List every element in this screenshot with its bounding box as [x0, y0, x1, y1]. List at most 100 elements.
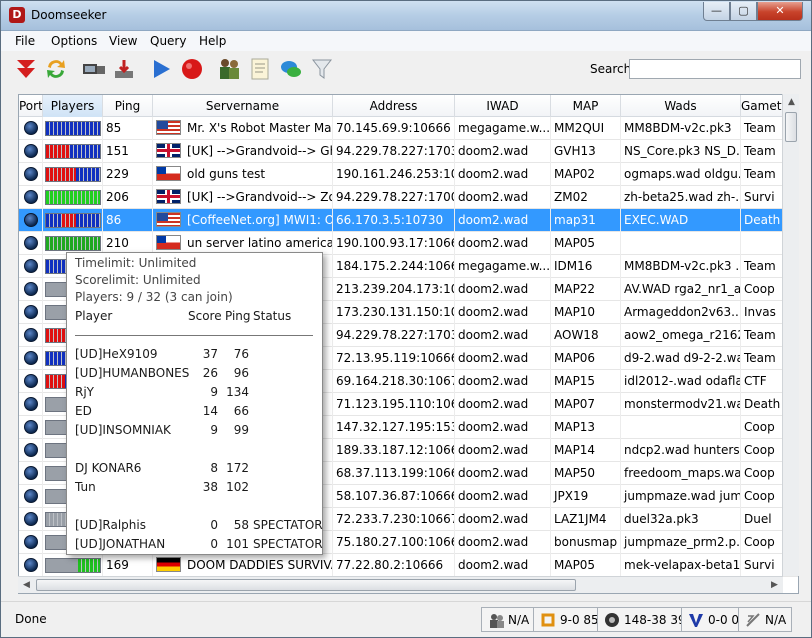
- horizontal-scroll-thumb[interactable]: [36, 579, 576, 591]
- menu-file[interactable]: File: [15, 34, 35, 48]
- tooltip-player-score: 9: [210, 423, 218, 437]
- minimize-button[interactable]: —: [703, 2, 730, 21]
- menu-query[interactable]: Query: [150, 34, 186, 48]
- cell-address: 75.180.27.100:10666: [333, 531, 455, 554]
- zandronum-port-icon: [23, 557, 38, 572]
- cell-text: doom2.wad: [458, 236, 529, 250]
- cell-text: Death: [744, 397, 781, 411]
- scroll-up-icon[interactable]: ▲: [783, 94, 800, 111]
- cell-wads: monstermodv21.wad: [621, 393, 741, 416]
- log-icon[interactable]: [247, 56, 273, 82]
- cell-text: ogmaps.wad oldgu...: [624, 167, 741, 181]
- buddies-icon[interactable]: [216, 56, 242, 82]
- column-header-players[interactable]: Players: [43, 95, 103, 117]
- cell-servername: [CoffeeNet.org] MWI1: ODA...: [153, 209, 333, 232]
- download-icon[interactable]: [111, 56, 137, 82]
- column-header-wads[interactable]: Wads: [621, 95, 741, 117]
- play-icon[interactable]: [148, 56, 174, 82]
- record-icon[interactable]: [179, 56, 205, 82]
- column-header-port[interactable]: Port: [19, 95, 43, 117]
- close-button[interactable]: ✕: [757, 2, 803, 21]
- column-header-servername[interactable]: Servername: [153, 95, 333, 117]
- cell-text: 189.33.187.12:10666: [336, 443, 455, 457]
- menu-help[interactable]: Help: [199, 34, 226, 48]
- table-row[interactable]: 206 [UK] -->Grandvoid--> Zom... 94.229.78.…: [19, 186, 798, 209]
- cell-map: MAP13: [551, 416, 621, 439]
- table-row[interactable]: 86 [CoffeeNet.org] MWI1: ODA... 66.170.3.5…: [19, 209, 798, 232]
- cell-text: Survi: [744, 190, 775, 204]
- cell-text: AOW18: [554, 328, 599, 342]
- table-row[interactable]: 229 old guns test 190.161.246.253:106... do…: [19, 163, 798, 186]
- players-bar-fill: [46, 122, 100, 135]
- get-servers-icon[interactable]: [13, 56, 39, 82]
- cell-text: [UK] -->Grandvoid--> Ghou...: [187, 144, 332, 158]
- column-header-address[interactable]: Address: [333, 95, 455, 117]
- maximize-button[interactable]: ▢: [730, 2, 757, 21]
- horizontal-scrollbar[interactable]: ◀ ▶: [18, 576, 783, 593]
- menu-options[interactable]: Options: [51, 34, 97, 48]
- cell-text: Death: [744, 213, 781, 227]
- filter-icon[interactable]: [309, 56, 335, 82]
- cell-text: Coop: [744, 282, 775, 296]
- table-row[interactable]: 151 [UK] -->Grandvoid--> Ghou... 94.229.78…: [19, 140, 798, 163]
- tooltip-player-score: 0: [210, 518, 218, 532]
- cell-ping: 229: [103, 163, 153, 186]
- vertical-scroll-thumb[interactable]: [785, 112, 797, 142]
- cell-port: [19, 301, 43, 324]
- cell-port: [19, 370, 43, 393]
- cell-wads: [621, 232, 741, 255]
- country-flag-icon: [156, 235, 181, 250]
- vertical-scrollbar[interactable]: ▲: [782, 94, 799, 576]
- cell-wads: d9-2.wad d9-2-2.wad: [621, 347, 741, 370]
- cell-servername: [UK] -->Grandvoid--> Zom...: [153, 186, 333, 209]
- tooltip-player-score: 38: [202, 480, 218, 494]
- cell-text: doom2.wad: [458, 420, 529, 434]
- menu-view[interactable]: View: [109, 34, 137, 48]
- column-header-iwad[interactable]: IWAD: [455, 95, 551, 117]
- cell-text: 147.32.127.195:15303: [336, 420, 454, 434]
- cell-text: 94.229.78.227:17006: [336, 190, 455, 204]
- cell-map: LAZ1JM4: [551, 508, 621, 531]
- scroll-right-icon[interactable]: ▶: [766, 577, 783, 594]
- players-bar-fill: [70, 145, 100, 158]
- title-bar[interactable]: D Doomseeker — ▢ ✕: [1, 1, 811, 31]
- players-bar-fill: [78, 559, 100, 572]
- cell-map: MAP50: [551, 462, 621, 485]
- cell-text: Mr. X's Robot Master Mayhem: [187, 121, 332, 135]
- tooltip-player-row: [UD]JONATHAN 0 101 SPECTATOR: [75, 537, 323, 555]
- cell-ping: 169: [103, 554, 153, 577]
- status-box-srb2-text: N/A: [765, 612, 787, 627]
- cell-address: 184.175.2.244:10666: [333, 255, 455, 278]
- column-header-ping[interactable]: Ping: [103, 95, 153, 117]
- cell-map: ZM02: [551, 186, 621, 209]
- zandronum-port-icon: [23, 465, 38, 480]
- cell-text: bonusmap: [554, 535, 618, 549]
- cell-address: 72.13.95.119:10666: [333, 347, 455, 370]
- status-box-srb2: N/A: [738, 607, 793, 632]
- cell-text: MAP22: [554, 282, 596, 296]
- cell-text: doom2.wad: [458, 351, 529, 365]
- table-row[interactable]: 169 DOOM DADDIES SURVIVAL 77.22.80.2:10666…: [19, 554, 798, 577]
- cell-map: MAP05: [551, 232, 621, 255]
- cell-text: 72.233.7.230:10667: [336, 512, 455, 526]
- cell-text: doom2.wad: [458, 167, 529, 181]
- cell-map: IDM16: [551, 255, 621, 278]
- search-input[interactable]: [629, 59, 801, 79]
- cell-text: MM8BDM-v2c.pk3 ...: [624, 259, 741, 273]
- column-header-map[interactable]: MAP: [551, 95, 621, 117]
- cell-address: 77.22.80.2:10666: [333, 554, 455, 577]
- irc-icon[interactable]: [278, 56, 304, 82]
- cell-text: doom2.wad: [458, 282, 529, 296]
- scroll-left-icon[interactable]: ◀: [18, 577, 35, 594]
- tooltip-player-row: [UD]HUMANBONES 26 96: [75, 366, 315, 384]
- refresh-icon[interactable]: [43, 56, 69, 82]
- cell-address: 72.233.7.230:10667: [333, 508, 455, 531]
- vavoom-icon: [687, 611, 704, 628]
- servers-icon[interactable]: [81, 56, 107, 82]
- cell-text: MAP05: [554, 558, 596, 572]
- cell-port: [19, 531, 43, 554]
- cell-iwad: doom2.wad: [455, 531, 551, 554]
- table-row[interactable]: 85 Mr. X's Robot Master Mayhem 70.145.69.9…: [19, 117, 798, 140]
- players-bar-fill: [46, 375, 65, 388]
- tooltip-header-cell: Ping: [225, 309, 251, 323]
